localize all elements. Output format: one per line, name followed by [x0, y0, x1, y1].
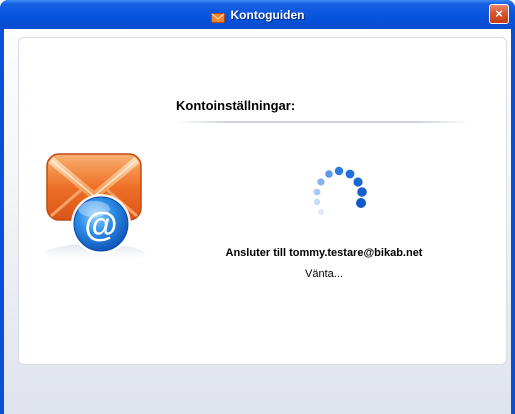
svg-text:@: @ [84, 206, 117, 244]
title-group: Kontoguiden [0, 0, 515, 29]
close-icon: × [495, 6, 503, 21]
client-area: Kontoinställningar: @ Ansluter till tomm… [4, 29, 511, 414]
close-button[interactable]: × [489, 4, 509, 24]
title-bar[interactable]: Kontoguiden × [0, 0, 515, 29]
loading-spinner-icon [305, 164, 369, 228]
wizard-window: Kontoguiden × Kontoinställningar: @ Ansl… [0, 0, 515, 414]
content-panel: Kontoinställningar: @ Ansluter till tomm… [18, 37, 507, 365]
window-title: Kontoguiden [230, 7, 305, 22]
email-envelope-at-icon: @ [39, 146, 151, 266]
page-heading: Kontoinställningar: [176, 98, 296, 113]
connection-status: Ansluter till tommy.testare@bikab.net [225, 247, 423, 259]
wait-message: Vänta... [305, 268, 343, 280]
heading-divider [175, 121, 470, 123]
envelope-icon [210, 10, 225, 23]
